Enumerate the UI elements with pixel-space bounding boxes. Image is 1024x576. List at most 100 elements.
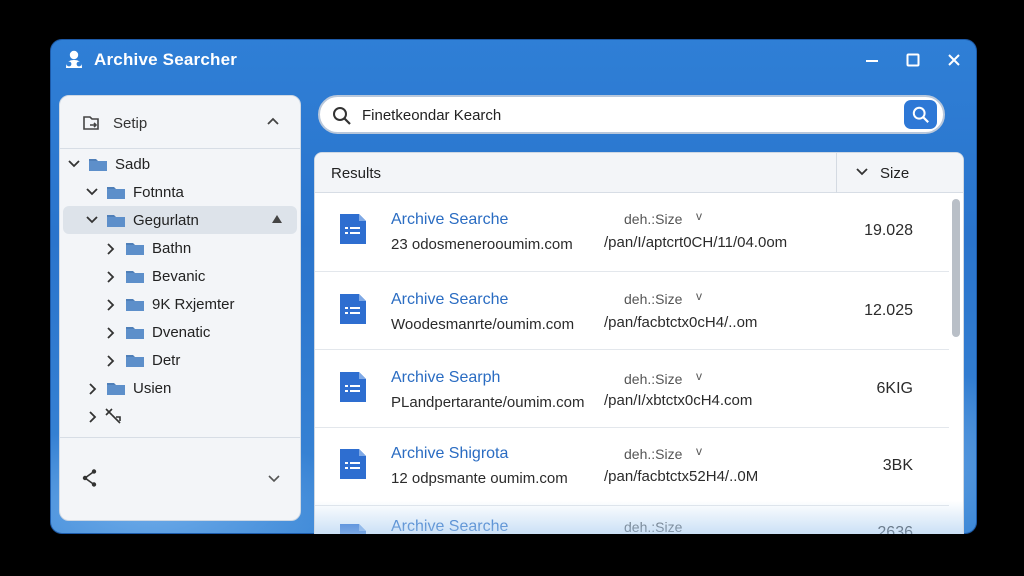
tree-item-fotnnta[interactable]: Fotnnta	[60, 178, 300, 206]
minimize-button[interactable]	[859, 48, 885, 72]
triangle-up-icon[interactable]	[271, 214, 283, 224]
search-input[interactable]	[362, 103, 842, 127]
tree-item-bathn[interactable]: Bathn	[60, 234, 300, 262]
chevron-up-icon[interactable]	[266, 116, 280, 126]
tree-item-label: Dvenatic	[152, 324, 211, 341]
chevron-right-icon[interactable]	[106, 271, 116, 283]
chevron-down-icon[interactable]	[268, 474, 280, 484]
result-name[interactable]: Archive Searche	[391, 291, 508, 309]
chevron-down-icon[interactable]	[68, 159, 80, 169]
document-icon	[340, 524, 366, 534]
results-scrollbar[interactable]	[952, 199, 960, 337]
folder-icon	[107, 215, 125, 227]
close-icon	[948, 54, 960, 66]
result-name[interactable]: Archive Searche	[391, 518, 508, 534]
folder-icon	[126, 243, 144, 255]
chevron-right-icon[interactable]	[106, 355, 116, 367]
tree-item-sadb[interactable]: Sadb	[60, 150, 300, 178]
sidebar-header[interactable]: Setip	[60, 96, 300, 149]
chevron-right-icon[interactable]	[106, 327, 116, 339]
tree-item-label: Usien	[133, 380, 172, 397]
folder-icon	[126, 327, 144, 339]
result-path: /pan/facbtctx52H4/..0M	[604, 468, 759, 485]
close-button[interactable]	[941, 48, 967, 72]
result-meta: deh.:Size	[624, 291, 683, 307]
result-row[interactable]: Archive Searche Woodesmanrte/oumim.com d…	[315, 272, 949, 350]
maximize-icon	[906, 53, 920, 67]
tree-item-label: 9K Rxjemter	[152, 296, 235, 313]
result-name[interactable]: Archive Searph	[391, 369, 500, 387]
tree-item-gegurlatn[interactable]: Gegurlatn	[63, 206, 297, 234]
folder-export-icon	[83, 116, 99, 130]
result-row[interactable]: Archive Searph PLandpertarante/oumim.com…	[315, 350, 949, 428]
results-panel: Results Size Archive Searche 23 odosmene…	[314, 152, 964, 534]
tree-item-dvenatic[interactable]: Dvenatic	[60, 318, 300, 346]
result-path: /pan/I/xbtctx0cH4.com	[604, 392, 753, 409]
folder-icon	[126, 299, 144, 311]
result-source: PLandpertarante/oumim.com	[391, 394, 585, 411]
result-row[interactable]: Archive Searche 23 odosmenerooumim.com d…	[315, 194, 949, 272]
maximize-button[interactable]	[900, 48, 926, 72]
result-meta: deh.:Size	[624, 446, 683, 462]
sidebar: Setip Sadb Fotnnta Gegurlatn Bathn Bevan…	[59, 95, 301, 521]
results-title: Results	[331, 165, 382, 182]
sidebar-header-label: Setip	[113, 115, 148, 132]
minimize-icon	[866, 60, 878, 62]
result-size: 2636	[877, 524, 913, 534]
result-size: 3BK	[882, 457, 913, 474]
result-name[interactable]: Archive Searche	[391, 211, 508, 229]
result-meta: deh.:Size	[624, 519, 683, 534]
size-column-header[interactable]: Size	[880, 165, 909, 182]
network-icon	[105, 408, 121, 424]
result-path: /pan/I/aptcrt0CH/11/04.0om	[604, 234, 788, 251]
result-size: 12.025	[864, 302, 913, 319]
document-icon	[340, 372, 366, 402]
folder-icon	[107, 383, 125, 395]
chevron-right-icon[interactable]	[88, 383, 98, 395]
result-name[interactable]: Archive Shigrota	[391, 445, 508, 463]
share-icon[interactable]	[81, 468, 99, 488]
chevron-down-icon[interactable]	[86, 215, 98, 225]
app-window: Archive Searcher Setip Sadb Fotnnta Gegu…	[50, 39, 977, 534]
user-icon	[66, 50, 82, 68]
chevron-down-icon: v	[696, 369, 702, 383]
tree-item-label: Gegurlatn	[133, 212, 199, 229]
chevron-right-icon[interactable]	[106, 243, 116, 255]
tree-item-label: Detr	[152, 352, 181, 369]
tree-item-network[interactable]	[60, 402, 300, 430]
results-header: Results Size	[315, 153, 963, 193]
sidebar-footer	[60, 437, 300, 520]
folder-icon	[126, 271, 144, 283]
result-meta: deh.:Size	[624, 211, 683, 227]
chevron-right-icon[interactable]	[106, 299, 116, 311]
folder-icon	[126, 355, 144, 367]
tree-item-label: Bathn	[152, 240, 192, 257]
result-source: Woodesmanrte/oumim.com	[391, 316, 575, 333]
chevron-down-icon: v	[696, 444, 702, 458]
document-icon	[340, 294, 366, 324]
result-row[interactable]: Archive Searche deh.:Size 2636	[315, 506, 949, 534]
window-title: Archive Searcher	[94, 50, 238, 69]
tree-item-label: Fotnnta	[133, 184, 184, 201]
folder-icon	[89, 159, 107, 171]
chevron-right-icon[interactable]	[88, 411, 98, 423]
tree-item-usien[interactable]: Usien	[60, 374, 300, 402]
document-icon	[340, 449, 366, 479]
search-icon	[333, 107, 351, 125]
result-meta: deh.:Size	[624, 371, 683, 387]
tree-item-label: Bevanic	[152, 268, 206, 285]
tree-item-detr[interactable]: Detr	[60, 346, 300, 374]
chevron-down-icon[interactable]	[855, 167, 869, 177]
tree-item-bevanic[interactable]: Bevanic	[60, 262, 300, 290]
tree-item-rxjemter[interactable]: 9K Rxjemter	[60, 290, 300, 318]
document-icon	[340, 214, 366, 244]
result-path: /pan/facbtctx0cH4/..om	[604, 314, 758, 331]
title-bar: Archive Searcher	[50, 39, 977, 81]
chevron-down-icon[interactable]	[86, 187, 98, 197]
tree-item-label: Sadb	[115, 156, 151, 173]
result-size: 6KIG	[876, 380, 913, 397]
result-row[interactable]: Archive Shigrota 12 odpsmante oumim.com …	[315, 428, 949, 506]
chevron-down-icon: v	[696, 209, 702, 223]
search-button[interactable]	[904, 100, 937, 129]
result-source: 23 odosmenerooumim.com	[391, 236, 573, 253]
